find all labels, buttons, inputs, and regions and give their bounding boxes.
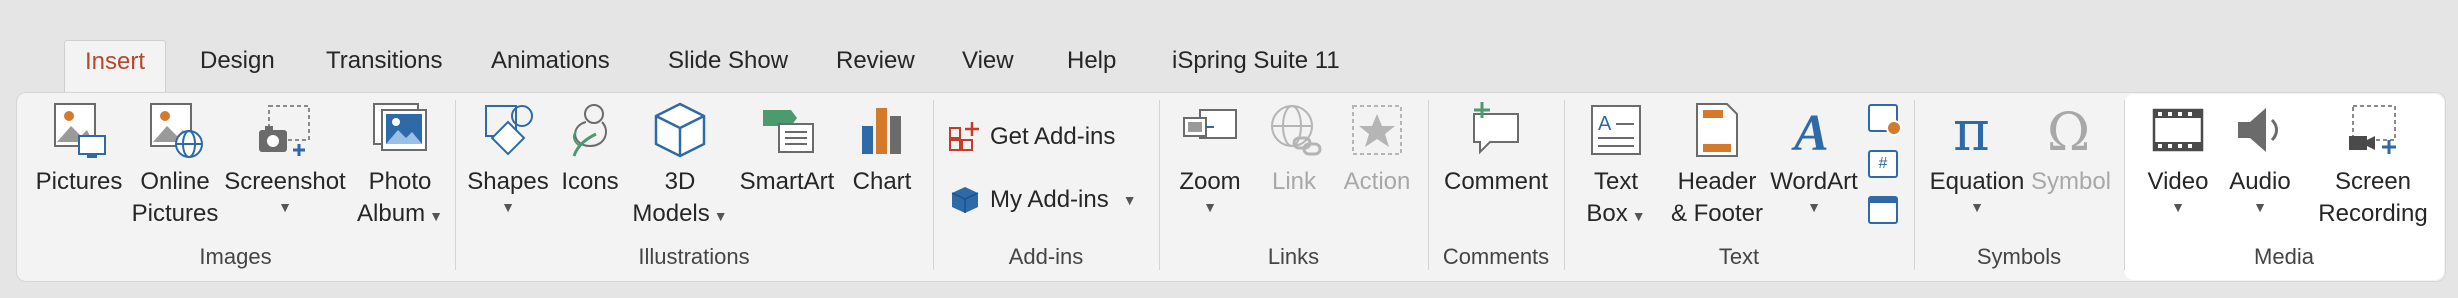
svg-text:A: A — [1598, 113, 1612, 135]
object-icon[interactable] — [1868, 196, 1898, 224]
chevron-down-icon: ▼ — [278, 199, 292, 215]
photo-album-button[interactable]: Photo Album ▼ — [352, 100, 448, 232]
pictures-button[interactable]: Pictures — [34, 100, 124, 198]
chevron-down-icon: ▼ — [501, 199, 515, 215]
speaker-icon — [2230, 100, 2290, 160]
shapes-button[interactable]: Shapes ▼ — [464, 100, 552, 216]
zoom-button[interactable]: Zoom ▼ — [1168, 100, 1252, 216]
screen-recording-button[interactable]: Screen Recording — [2306, 100, 2440, 230]
smartart-button[interactable]: SmartArt — [736, 100, 838, 198]
3d-models-button[interactable]: 3D Models ▼ — [630, 100, 730, 232]
chevron-down-icon: ▼ — [1631, 208, 1646, 224]
chevron-down-icon: ▼ — [2171, 199, 2185, 215]
photo-album-icon — [370, 100, 430, 160]
date-time-icon[interactable] — [1868, 104, 1902, 136]
link-globe-icon — [1264, 100, 1324, 160]
store-icon — [948, 120, 982, 154]
wordart-button[interactable]: A WordArt ▼ — [1766, 100, 1862, 216]
shapes-icon — [478, 100, 538, 160]
chevron-down-icon: ▼ — [429, 208, 443, 224]
smartart-icon — [757, 100, 817, 160]
omega-symbol-icon: Ω — [2041, 100, 2101, 163]
svg-text:π: π — [1953, 100, 1990, 160]
icons-button[interactable]: Icons — [556, 100, 624, 198]
screenshot-button[interactable]: Screenshot ▼ — [222, 100, 348, 216]
svg-text:A: A — [1791, 105, 1829, 160]
group-label-images: Images — [199, 244, 272, 269]
screen-recording-icon — [2343, 100, 2403, 160]
group-label-media: Media — [2254, 244, 2314, 269]
video-film-icon — [2148, 100, 2208, 160]
chevron-down-icon: ▼ — [1807, 199, 1821, 215]
addin-cube-icon — [948, 183, 982, 217]
icons-icon — [560, 100, 620, 160]
tab-slide-show[interactable]: Slide Show — [668, 40, 788, 94]
header-footer-icon — [1687, 100, 1747, 160]
ribbon-tab-bar: Insert Design Transitions Animations Sli… — [0, 0, 2458, 96]
chart-icon — [852, 100, 912, 160]
video-button[interactable]: Video ▼ — [2140, 100, 2216, 216]
equation-button[interactable]: π Equation ▼ — [1924, 99, 2030, 216]
chevron-down-icon: ▼ — [1203, 199, 1217, 215]
zoom-icon — [1180, 100, 1240, 160]
online-pictures-icon — [145, 100, 205, 160]
chevron-down-icon: ▼ — [1970, 199, 1984, 215]
slide-number-icon[interactable]: # — [1868, 150, 1898, 178]
tab-review[interactable]: Review — [836, 40, 915, 94]
svg-text:Ω: Ω — [2047, 103, 2090, 160]
comment-icon — [1466, 100, 1526, 160]
group-label-symbols: Symbols — [1976, 244, 2062, 269]
tab-help[interactable]: Help — [1067, 40, 1116, 94]
chevron-down-icon: ▼ — [1122, 192, 1137, 208]
tab-ispring-suite[interactable]: iSpring Suite 11 — [1172, 40, 1340, 94]
header-footer-button[interactable]: Header & Footer — [1664, 100, 1770, 230]
group-label-illustrations: Illustrations — [638, 244, 750, 269]
screenshot-icon — [255, 100, 315, 160]
chevron-down-icon: ▼ — [2253, 199, 2267, 215]
action-star-icon — [1347, 100, 1407, 160]
text-box-button[interactable]: A Text Box ▼ — [1574, 100, 1658, 232]
wordart-icon: A — [1784, 100, 1844, 162]
link-button[interactable]: Link — [1256, 100, 1332, 198]
audio-button[interactable]: Audio ▼ — [2222, 100, 2298, 216]
chart-button[interactable]: Chart — [844, 100, 920, 198]
tab-insert[interactable]: Insert — [64, 40, 167, 96]
symbol-button[interactable]: Ω Symbol — [2026, 100, 2116, 198]
cube-3d-icon — [650, 100, 710, 160]
group-label-text: Text — [1718, 244, 1760, 269]
get-addins-button[interactable]: Get Add-ins — [948, 120, 1115, 154]
pictures-icon — [49, 100, 109, 160]
tab-view[interactable]: View — [962, 40, 1014, 94]
tab-animations[interactable]: Animations — [491, 40, 610, 94]
action-button[interactable]: Action — [1336, 100, 1418, 198]
chevron-down-icon: ▼ — [713, 208, 728, 224]
text-box-icon: A — [1586, 100, 1646, 160]
tab-design[interactable]: Design — [200, 40, 275, 94]
my-addins-button[interactable]: My Add-ins ▼ — [948, 183, 1137, 217]
group-label-comments: Comments — [1442, 244, 1550, 269]
group-label-addins: Add-ins — [1008, 244, 1084, 269]
online-pictures-button[interactable]: Online Pictures — [130, 100, 220, 230]
comment-button[interactable]: Comment — [1438, 100, 1554, 198]
tab-transitions[interactable]: Transitions — [326, 40, 442, 94]
pi-equation-icon: π — [1947, 99, 2007, 164]
group-label-links: Links — [1267, 244, 1320, 269]
